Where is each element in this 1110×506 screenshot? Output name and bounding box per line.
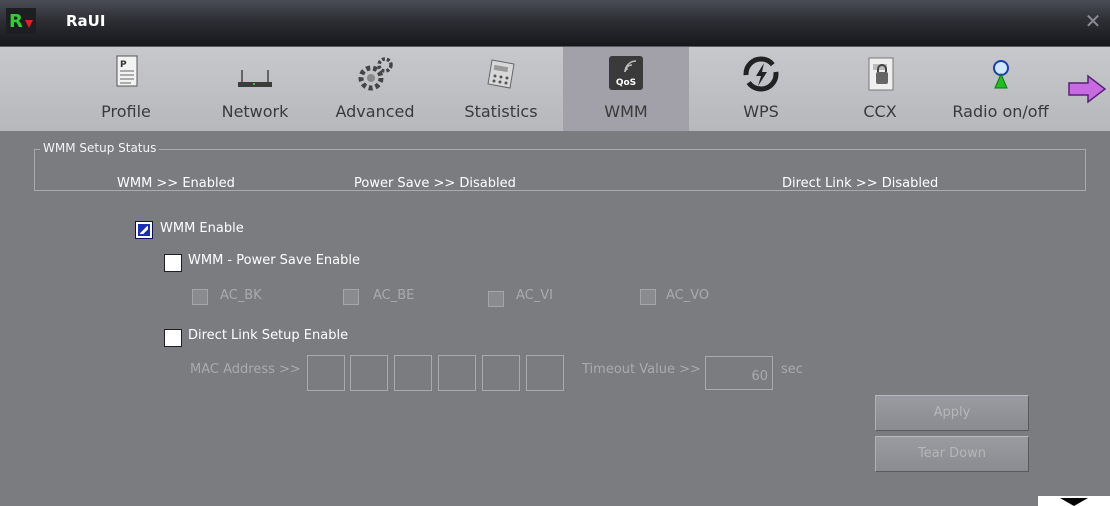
ac-vo-label: AC_VO <box>666 288 710 303</box>
wmm-status-legend: WMM Setup Status <box>40 141 160 155</box>
tab-wps-label: WPS <box>743 102 779 121</box>
ac-be-label: AC_BE <box>373 288 415 303</box>
tab-wmm-label: WMM <box>604 102 648 121</box>
tab-wmm[interactable]: QoS WMM <box>563 47 689 131</box>
wmm-panel: WMM Setup Status WMM >> Enabled Power Sa… <box>7 131 1105 506</box>
radio-icon <box>980 54 1022 94</box>
profile-icon: P <box>105 54 147 94</box>
tab-statistics-label: Statistics <box>464 102 538 121</box>
ac-vi-label: AC_VI <box>516 288 553 303</box>
ccx-icon <box>859 54 901 94</box>
close-icon[interactable]: ✕ <box>1082 10 1104 32</box>
mac-address-label: MAC Address >> <box>190 362 301 377</box>
mac-octet-2-field[interactable] <box>350 355 388 391</box>
ac-vi-checkbox[interactable] <box>488 291 504 307</box>
tab-advanced[interactable]: Advanced <box>325 47 425 131</box>
tab-network[interactable]: Network <box>205 47 305 131</box>
title-bar[interactable]: R RaUI ✕ <box>0 0 1110 46</box>
window-title: RaUI <box>66 12 106 30</box>
status-direct-link: Direct Link >> Disabled <box>782 176 939 191</box>
qos-icon: QoS <box>605 54 647 94</box>
tab-network-label: Network <box>221 102 289 121</box>
timeout-unit-label: sec <box>781 362 803 377</box>
svg-text:R: R <box>9 11 23 32</box>
scroll-down-icon[interactable] <box>1038 496 1110 506</box>
tab-radio-label: Radio on/off <box>952 102 1049 121</box>
status-wmm: WMM >> Enabled <box>117 176 235 191</box>
advanced-gear-icon <box>354 54 396 94</box>
svg-text:P: P <box>120 60 127 70</box>
main-toolbar: P Profile Network Advanced Statistics Qo… <box>0 46 1110 131</box>
arrow-right-icon[interactable] <box>1066 73 1108 105</box>
ac-bk-checkbox[interactable] <box>192 289 208 305</box>
tab-statistics[interactable]: Statistics <box>450 47 552 131</box>
mac-octet-5-field[interactable] <box>482 355 520 391</box>
tab-profile-label: Profile <box>101 102 151 121</box>
wmm-enable-label: WMM Enable <box>160 221 244 236</box>
tab-wps[interactable]: WPS <box>715 47 807 131</box>
tab-advanced-label: Advanced <box>335 102 415 121</box>
tab-ccx[interactable]: CCX <box>834 47 926 131</box>
svg-text:QoS: QoS <box>616 78 636 88</box>
wps-icon <box>740 54 782 94</box>
tab-profile[interactable]: P Profile <box>78 47 174 131</box>
tab-ccx-label: CCX <box>863 102 897 121</box>
wmm-enable-checkbox[interactable] <box>135 221 153 239</box>
timeout-value-field[interactable]: 60 <box>705 356 773 390</box>
mac-octet-6-field[interactable] <box>526 355 564 391</box>
ralink-logo-icon: R <box>6 8 36 34</box>
mac-octet-3-field[interactable] <box>394 355 432 391</box>
ac-be-checkbox[interactable] <box>343 289 359 305</box>
network-icon <box>234 54 276 94</box>
direct-link-enable-label: Direct Link Setup Enable <box>188 328 349 343</box>
status-power-save: Power Save >> Disabled <box>354 176 516 191</box>
power-save-enable-label: WMM - Power Save Enable <box>188 253 361 268</box>
tab-radio-on-off[interactable]: Radio on/off <box>937 47 1064 131</box>
mac-octet-1-field[interactable] <box>307 355 345 391</box>
raui-window: R RaUI ✕ P Profile Network Advanced Stat… <box>0 0 1110 506</box>
statistics-icon <box>480 54 522 94</box>
power-save-enable-checkbox[interactable] <box>164 254 182 272</box>
direct-link-enable-checkbox[interactable] <box>164 329 182 347</box>
tear-down-button[interactable]: Tear Down <box>875 436 1029 472</box>
mac-octet-4-field[interactable] <box>438 355 476 391</box>
timeout-value-label: Timeout Value >> <box>582 362 701 377</box>
ac-bk-label: AC_BK <box>220 288 262 303</box>
ac-vo-checkbox[interactable] <box>640 289 656 305</box>
apply-button[interactable]: Apply <box>875 395 1029 431</box>
